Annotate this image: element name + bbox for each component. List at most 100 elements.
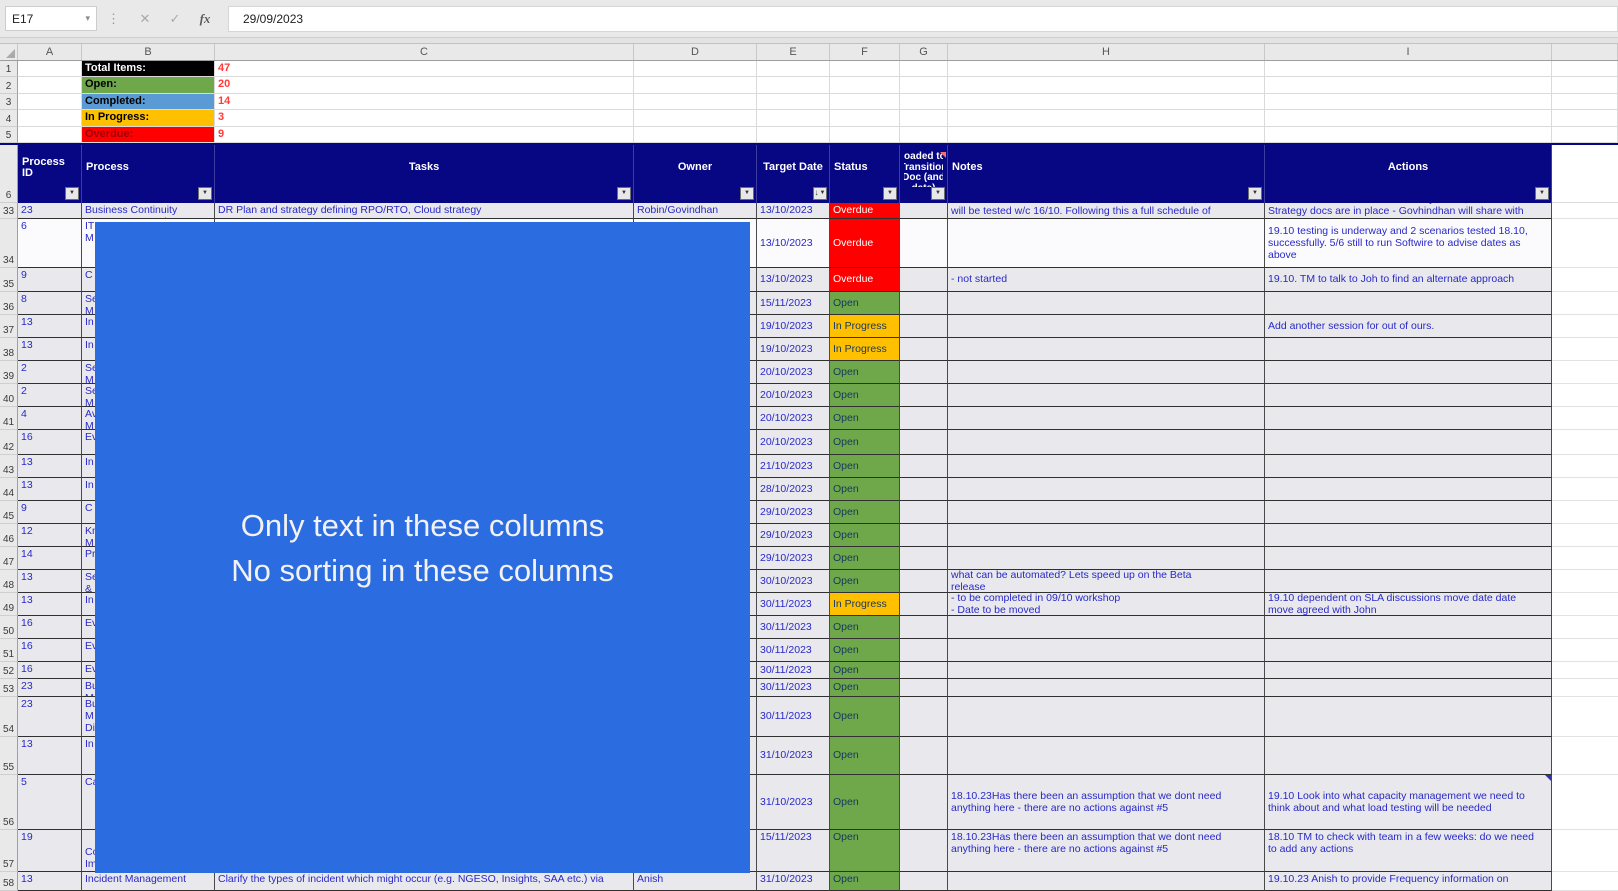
column-header-status[interactable]: Status ▼ <box>830 144 900 203</box>
cell-actions[interactable] <box>1265 383 1552 407</box>
cell-notes[interactable] <box>948 291 1265 315</box>
cell-notes[interactable] <box>948 871 1265 891</box>
column-letter-F[interactable]: F <box>830 44 900 60</box>
cell-actions[interactable] <box>1265 569 1552 593</box>
row-number[interactable]: 38 <box>0 337 18 361</box>
annotation-overlay[interactable]: Only text in these columns No sorting in… <box>95 222 750 873</box>
cell-blank[interactable] <box>900 93 948 111</box>
cell-blank[interactable] <box>1552 218 1618 268</box>
cell-target-date[interactable]: 29/10/2023 <box>757 523 830 547</box>
cell-actions[interactable] <box>1265 615 1552 639</box>
cell-actions[interactable] <box>1265 337 1552 361</box>
cell-tasks[interactable]: Clarify the types of incident which migh… <box>215 871 634 891</box>
cell-target-date[interactable]: 29/10/2023 <box>757 500 830 524</box>
cell-blank[interactable] <box>1552 429 1618 455</box>
cell-target-date[interactable]: 28/10/2023 <box>757 477 830 501</box>
summary-value[interactable]: 3 <box>215 110 634 127</box>
cell-blank[interactable] <box>634 93 757 111</box>
cell-target-date[interactable]: 20/10/2023 <box>757 383 830 407</box>
cell-blank[interactable] <box>1552 546 1618 570</box>
column-letter-G[interactable]: G <box>900 44 948 60</box>
cell-target-date[interactable]: 13/10/2023 <box>757 202 830 219</box>
cell-actions[interactable] <box>1265 360 1552 384</box>
filter-button[interactable]: ▼ <box>65 186 79 200</box>
cell-blank[interactable] <box>1552 360 1618 384</box>
cell-actions[interactable] <box>1265 429 1552 455</box>
cell-actions[interactable]: 19.10. TM to talk to Joh to find an alte… <box>1265 267 1552 292</box>
cell-artefact[interactable] <box>900 696 948 737</box>
row-number[interactable]: 4 <box>0 110 18 127</box>
summary-value[interactable]: 9 <box>215 126 634 143</box>
cell-target-date[interactable]: 20/10/2023 <box>757 406 830 430</box>
cell-artefact[interactable] <box>900 638 948 662</box>
cell-blank[interactable] <box>830 110 900 127</box>
cell-actions[interactable]: 18.10 TM to check with team in a few wee… <box>1265 829 1552 872</box>
row-number[interactable]: 5 <box>0 126 18 143</box>
cell-notes[interactable] <box>948 736 1265 775</box>
cell-blank[interactable] <box>1552 314 1618 338</box>
cell-actions[interactable] <box>1265 661 1552 679</box>
row-number[interactable]: 51 <box>0 638 18 662</box>
row-number[interactable]: 40 <box>0 383 18 407</box>
cell-notes[interactable] <box>948 360 1265 384</box>
cell-blank[interactable] <box>1552 406 1618 430</box>
enter-icon[interactable]: ✓ <box>160 11 190 27</box>
column-letter-D[interactable]: D <box>634 44 757 60</box>
cell-owner[interactable]: Robin/Govindhan <box>634 202 757 219</box>
cell-actions[interactable]: Add another session for out of ours. <box>1265 314 1552 338</box>
column-header-process[interactable]: Process ▼ <box>82 144 215 203</box>
cell-blank[interactable] <box>18 126 82 143</box>
cell-artefact[interactable] <box>900 829 948 872</box>
cell-status[interactable]: In Progress <box>830 314 900 338</box>
cell-notes[interactable]: - not started <box>948 267 1265 292</box>
cell-actions[interactable] <box>1265 638 1552 662</box>
cell-blank[interactable] <box>757 110 830 127</box>
summary-value[interactable]: 47 <box>215 61 634 78</box>
insert-function-icon[interactable]: fx <box>190 11 220 27</box>
cell-blank[interactable] <box>18 110 82 127</box>
cell-actions[interactable] <box>1265 736 1552 775</box>
cell-target-date[interactable]: 21/10/2023 <box>757 454 830 478</box>
cell-owner[interactable]: Anish <box>634 871 757 891</box>
cell-notes[interactable] <box>948 429 1265 455</box>
cell-artefact[interactable] <box>900 337 948 361</box>
cell-process-id[interactable]: 12 <box>18 523 82 547</box>
row-number[interactable]: 35 <box>0 267 18 292</box>
cell-blank[interactable] <box>757 93 830 111</box>
cell-artefact[interactable] <box>900 383 948 407</box>
cell-artefact[interactable] <box>900 429 948 455</box>
cell-actions[interactable] <box>1265 477 1552 501</box>
cell-process-id[interactable]: 2 <box>18 383 82 407</box>
filter-button[interactable]: ▼ <box>1535 186 1549 200</box>
cell-artefact[interactable] <box>900 406 948 430</box>
cell-blank[interactable] <box>18 61 82 78</box>
cell-notes[interactable] <box>948 383 1265 407</box>
row-number[interactable]: 55 <box>0 736 18 775</box>
cell-blank[interactable] <box>757 126 830 143</box>
cell-blank[interactable] <box>1552 126 1618 143</box>
cell-artefact[interactable] <box>900 523 948 547</box>
row-number[interactable]: 46 <box>0 523 18 547</box>
cell-process-id[interactable]: 19 <box>18 829 82 872</box>
cell-process-id[interactable]: 16 <box>18 661 82 679</box>
cell-blank[interactable] <box>757 77 830 94</box>
cell-process-id[interactable]: 13 <box>18 454 82 478</box>
row-number[interactable]: 56 <box>0 774 18 830</box>
cell-artefact[interactable] <box>900 314 948 338</box>
summary-label[interactable]: Completed: <box>82 93 215 111</box>
cell-process-id[interactable]: 23 <box>18 202 82 219</box>
cell-status[interactable]: Open <box>830 291 900 315</box>
column-letter-H[interactable]: H <box>948 44 1265 60</box>
cell-blank[interactable] <box>900 126 948 143</box>
name-box[interactable]: E17 ▾ <box>5 6 97 31</box>
cell-actions[interactable]: 19.10 dependent on SLA discussions move … <box>1265 592 1552 616</box>
row-number[interactable]: 39 <box>0 360 18 384</box>
cell-artefact[interactable] <box>900 477 948 501</box>
filter-button[interactable]: ▼ <box>740 186 754 200</box>
row-number[interactable]: 34 <box>0 218 18 268</box>
cell-status[interactable]: Overdue <box>830 202 900 219</box>
cell-process-id[interactable]: 16 <box>18 638 82 662</box>
cell-artefact[interactable] <box>900 774 948 830</box>
cell-status[interactable]: Overdue <box>830 267 900 292</box>
cell-artefact[interactable] <box>900 218 948 268</box>
